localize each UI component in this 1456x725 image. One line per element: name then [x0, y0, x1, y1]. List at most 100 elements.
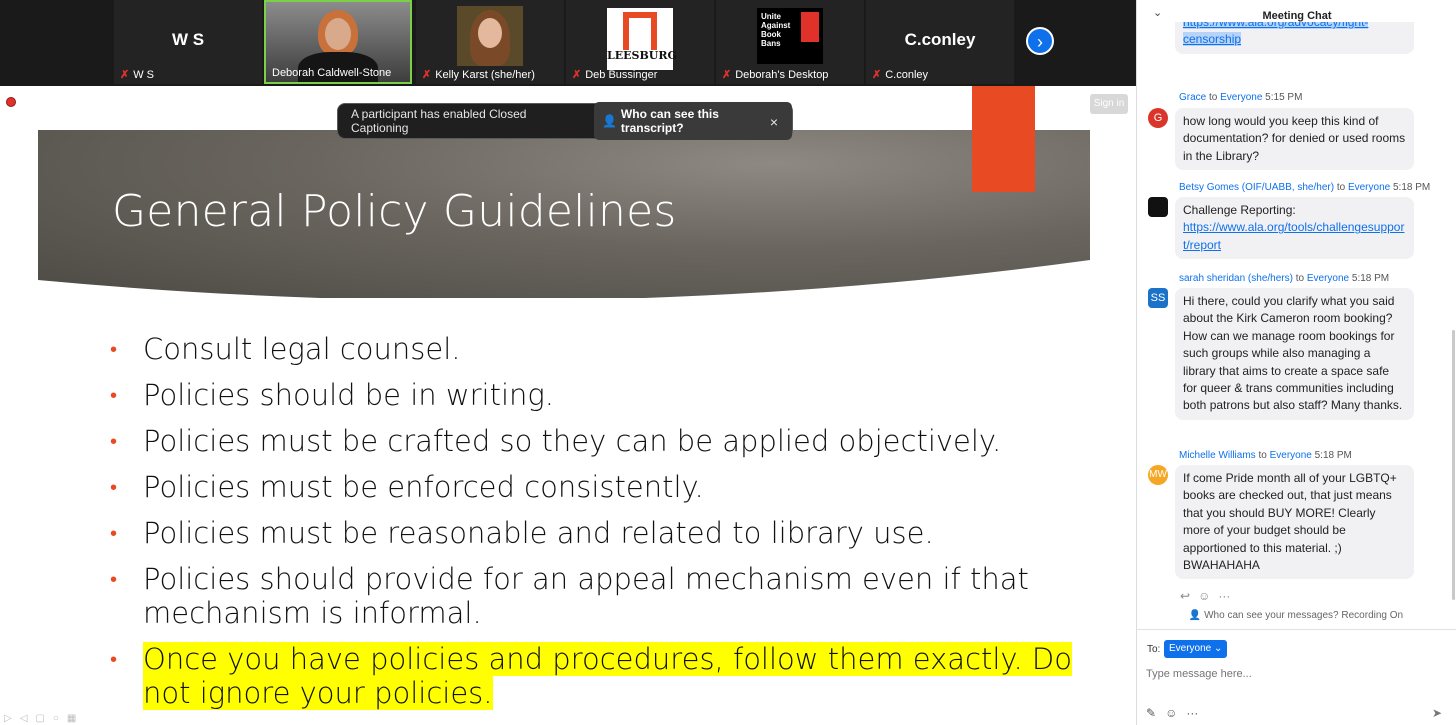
- chat-bubble: Hi there, could you clarify what you sai…: [1175, 288, 1414, 420]
- participant-strip: W S ✗ W S Deborah Caldwell-Stone ✗ Kelly K…: [0, 0, 1136, 86]
- chat-message-input[interactable]: [1146, 664, 1446, 684]
- reply-icon[interactable]: ↩: [1180, 589, 1190, 603]
- chat-link[interactable]: https://www.ala.org/tools/challengesuppo…: [1183, 220, 1404, 251]
- chat-title: Meeting Chat: [1262, 10, 1332, 22]
- participant-tile-deborah[interactable]: Deborah Caldwell-Stone: [264, 0, 412, 84]
- logo-mark-shape: [801, 12, 819, 42]
- chat-text: Challenge Reporting:: [1183, 203, 1296, 217]
- sender-name: sarah sheridan (she/hers): [1179, 273, 1293, 284]
- chat-bubble: Challenge Reporting: https://www.ala.org…: [1175, 197, 1414, 260]
- format-text-icon[interactable]: ✎: [1146, 706, 1156, 720]
- shared-screen: General Policy Guidelines Sign in A part…: [0, 86, 1136, 725]
- participant-tile-deb[interactable]: LEESBURG ✗ Deb Bussinger: [566, 0, 714, 84]
- recipient-dropdown[interactable]: Everyone ⌄: [1164, 640, 1228, 658]
- slide-bullet: • Policies must be crafted so they can be…: [110, 424, 1120, 458]
- participant-big-name: W S: [171, 30, 205, 49]
- participant-label: ✗ W S: [120, 68, 154, 82]
- bullet-icon: •: [110, 475, 118, 499]
- bullet-text: Policies must be enforced consistently.: [143, 470, 704, 504]
- recipient-name: Everyone: [1220, 92, 1263, 103]
- sender-name: Michelle Williams: [1179, 450, 1256, 461]
- send-icon[interactable]: ➤: [1432, 706, 1442, 720]
- person-icon: 👤: [1188, 610, 1202, 621]
- who-can-see-transcript-button[interactable]: 👤 Who can see this transcript?: [593, 102, 792, 140]
- slide-bullet-list: • Consult legal counsel. • Policies should…: [110, 332, 1120, 722]
- grid-icon[interactable]: ▦: [67, 713, 76, 724]
- recording-icon: [6, 97, 16, 107]
- previous-icon[interactable]: ◁: [20, 713, 28, 724]
- more-icon[interactable]: ···: [1186, 706, 1198, 720]
- message-time: 5:18 PM: [1351, 273, 1390, 284]
- recipient-name: Everyone: [1269, 450, 1312, 461]
- slide-bullet-highlighted: • Once you have policies and procedures, …: [110, 642, 1120, 710]
- orange-accent-block: [972, 86, 1035, 192]
- emoji-reaction-icon[interactable]: ☺: [1198, 589, 1210, 603]
- message-meta: Grace to Everyone 5:15 PM: [1179, 92, 1302, 103]
- participant-tile-cconley[interactable]: C.conley ✗ C.conley: [866, 0, 1014, 84]
- chat-link[interactable]: https://www.ala.org/advocacy/fight-censo…: [1183, 22, 1369, 47]
- bullet-text: Policies should be in writing.: [143, 378, 555, 412]
- caption-notification-text: A participant has enabled Closed Caption…: [351, 107, 527, 135]
- bullet-text: Policies should provide for an appeal me…: [143, 562, 1029, 630]
- sender-name: Grace: [1179, 92, 1207, 103]
- bullet-text: Policies must be reasonable and related …: [143, 516, 934, 550]
- caption-notification: A participant has enabled Closed Caption…: [337, 102, 793, 140]
- chat-scrollbar[interactable]: [1452, 330, 1455, 600]
- chevron-right-icon: ›: [1037, 32, 1043, 52]
- mic-off-icon: ✗: [422, 69, 432, 81]
- bullet-icon: •: [110, 383, 118, 407]
- slides-icon[interactable]: ▢: [35, 713, 44, 724]
- slide-bullet: • Policies should provide for an appeal …: [110, 562, 1120, 630]
- to-word: to: [1336, 182, 1346, 193]
- recipient-name: Everyone: [1306, 273, 1350, 284]
- mic-off-icon: ✗: [872, 69, 882, 81]
- sign-in-button[interactable]: Sign in: [1090, 94, 1128, 114]
- bullet-icon: •: [110, 647, 118, 671]
- message-time: 5:18 PM: [1392, 182, 1431, 193]
- bullet-icon: •: [110, 429, 118, 453]
- message-meta: Betsy Gomes (OIF/UABB, she/her) to Every…: [1179, 182, 1430, 193]
- message-actions: ↩ ☺ ···: [1180, 589, 1230, 603]
- message-meta: Michelle Williams to Everyone 5:18 PM: [1179, 450, 1352, 461]
- chat-bubble: how long would you keep this kind of doc…: [1175, 108, 1414, 171]
- message-meta: sarah sheridan (she/hers) to Everyone 5:…: [1179, 273, 1389, 284]
- participant-name: Kelly Karst (she/her): [435, 68, 535, 81]
- message-time: 5:18 PM: [1314, 450, 1352, 461]
- desktop-thumbnail: Unite Against Book Bans: [757, 8, 823, 64]
- chat-bubble: https://www.ala.org/advocacy/fight-censo…: [1175, 22, 1414, 54]
- more-icon[interactable]: ···: [1218, 589, 1230, 603]
- recipient-name: Everyone: [1347, 182, 1391, 193]
- library-logo: LEESBURG: [607, 8, 677, 70]
- participant-tile-ws[interactable]: W S ✗ W S: [114, 0, 262, 84]
- who-can-see-messages-text: Who can see your messages? Recording On: [1204, 610, 1404, 621]
- participant-name: Deborah's Desktop: [735, 68, 829, 81]
- face-shape: [325, 18, 351, 50]
- participant-tile-desktop[interactable]: Unite Against Book Bans ✗ Deborah's Deskt…: [716, 0, 864, 84]
- bullet-text: Consult legal counsel.: [143, 332, 461, 366]
- participant-label: ✗ Deb Bussinger: [572, 68, 658, 82]
- who-can-see-messages[interactable]: 👤 Who can see your messages? Recording O…: [1136, 610, 1456, 621]
- presentation-controls: ▷ ◁ ▢ ○ ▦: [0, 711, 160, 725]
- chevron-down-icon: ⌄: [1214, 643, 1223, 654]
- participant-tile-kelly[interactable]: ✗ Kelly Karst (she/her): [416, 0, 564, 84]
- participant-label: ✗ Kelly Karst (she/her): [422, 68, 535, 82]
- emoji-icon[interactable]: ☺: [1165, 706, 1177, 720]
- sender-name: Betsy Gomes (OIF/UABB, she/her): [1179, 182, 1335, 193]
- participant-name: Deb Bussinger: [585, 68, 658, 81]
- who-can-see-transcript-label: Who can see this transcript?: [620, 107, 719, 135]
- to-word: to: [1258, 450, 1267, 461]
- next-page-button[interactable]: ›: [1026, 27, 1054, 55]
- close-icon[interactable]: ×: [770, 114, 778, 130]
- bullet-text: Policies must be crafted so they can be …: [143, 424, 1002, 458]
- bullet-icon: •: [110, 567, 118, 591]
- slide-title: General Policy Guidelines: [112, 186, 677, 237]
- zoom-icon[interactable]: ○: [53, 713, 59, 724]
- chat-message-list[interactable]: https://www.ala.org/advocacy/fight-censo…: [1137, 22, 1453, 608]
- logo-arch-shape: [623, 12, 657, 50]
- participant-name: C.conley: [885, 68, 929, 81]
- participant-big-name: C.conley: [904, 30, 976, 49]
- divider: [1136, 629, 1456, 630]
- play-icon[interactable]: ▷: [4, 713, 12, 724]
- zoom-window: W S ✗ W S Deborah Caldwell-Stone ✗ Kelly K…: [0, 0, 1456, 725]
- recipient-value: Everyone: [1169, 643, 1212, 654]
